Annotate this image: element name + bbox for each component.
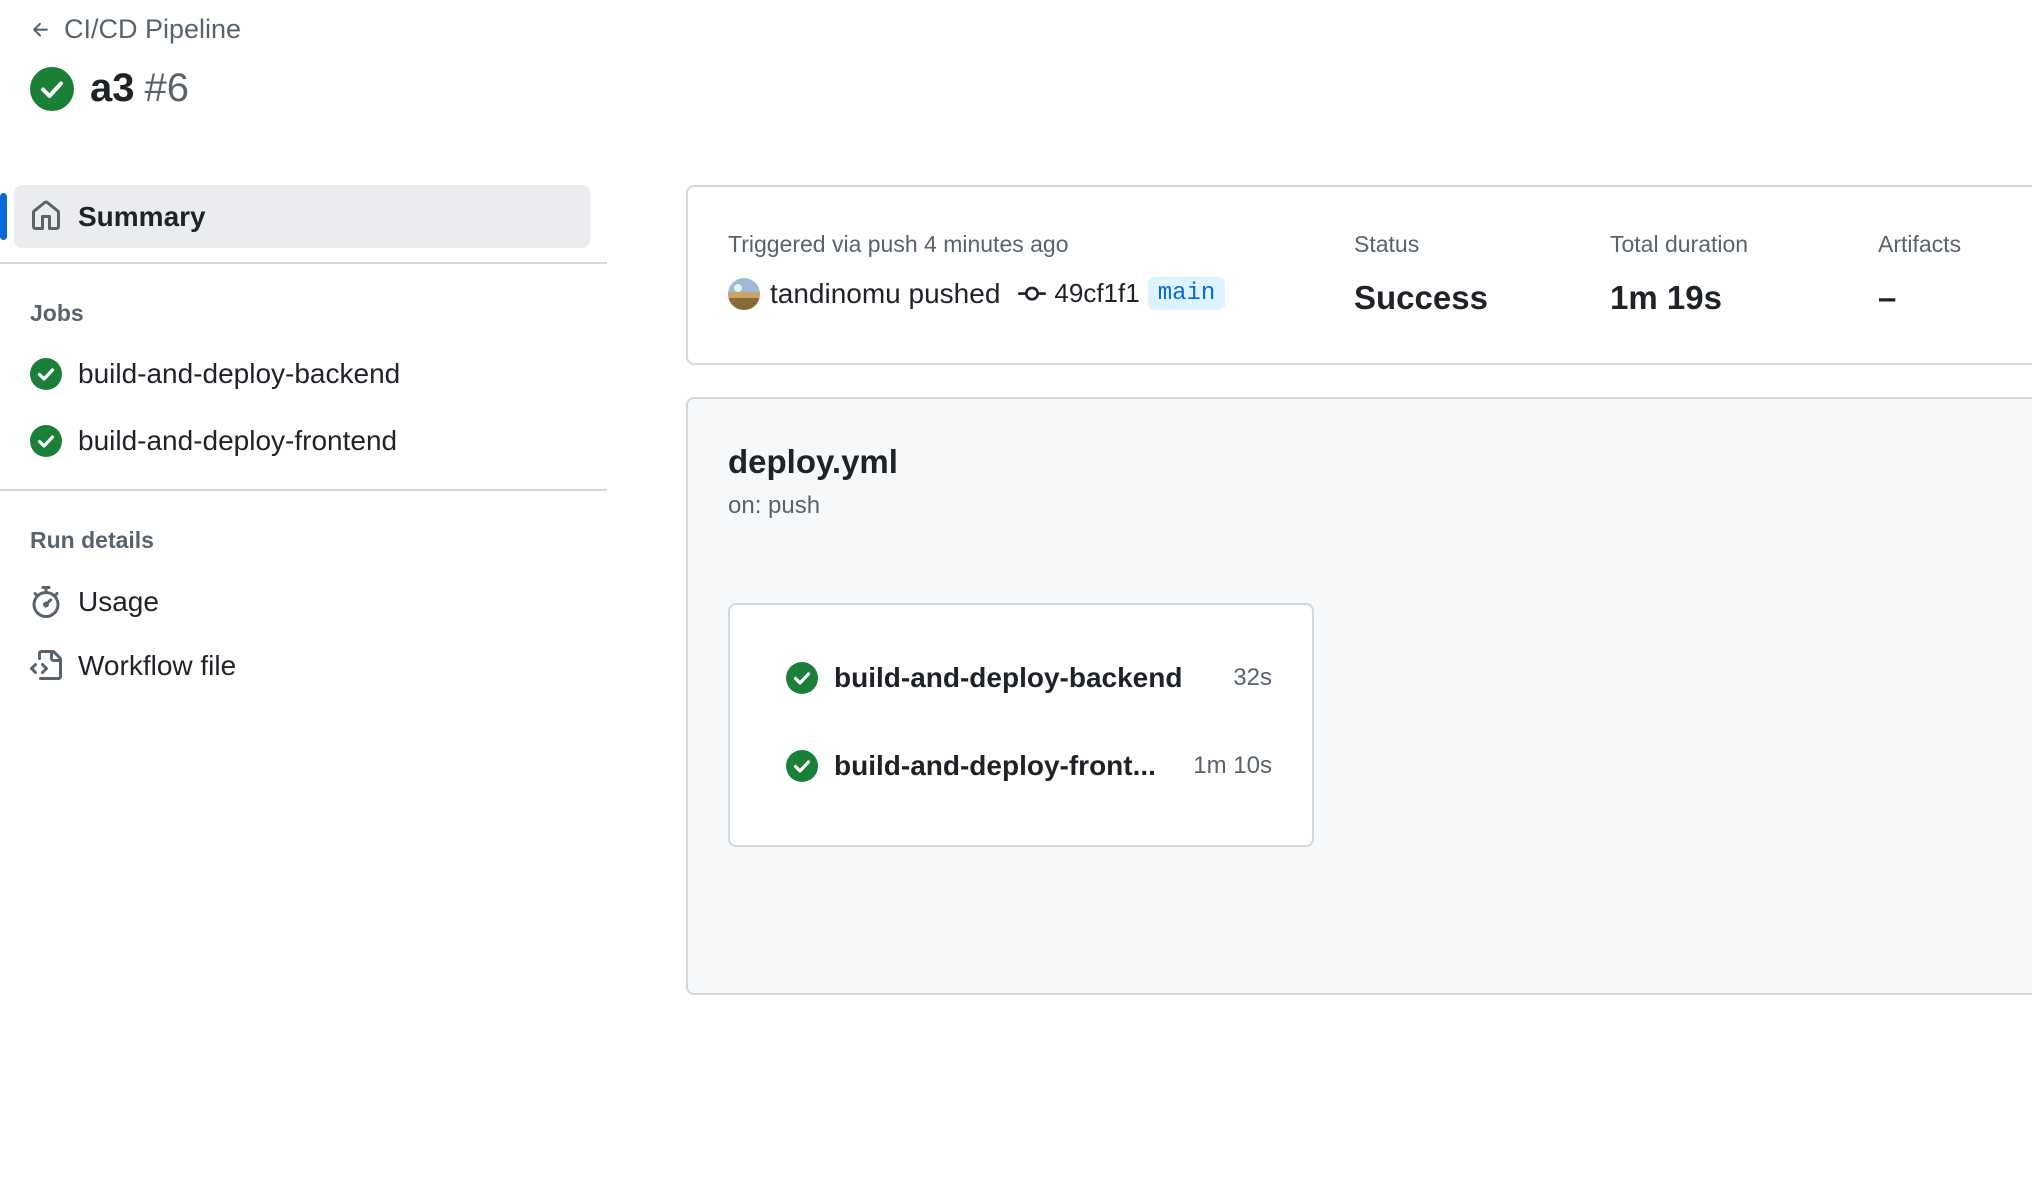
jobs-heading: Jobs bbox=[30, 300, 84, 326]
sidebar-divider bbox=[0, 262, 607, 264]
status-value: Success bbox=[1354, 279, 1488, 316]
sidebar-job-frontend[interactable]: build-and-deploy-frontend bbox=[30, 425, 397, 457]
workflow-graph-panel: deploy.yml on: push build-and-deploy-bac… bbox=[686, 397, 2032, 995]
trigger-text: Triggered via push 4 minutes ago bbox=[728, 231, 1069, 257]
file-code-icon bbox=[30, 650, 62, 680]
avatar[interactable] bbox=[728, 277, 760, 310]
sidebar-divider bbox=[0, 489, 607, 491]
success-check-icon bbox=[30, 66, 74, 111]
arrow-left-icon bbox=[33, 22, 48, 37]
run-summary-panel: Triggered via push 4 minutes ago tandino… bbox=[686, 185, 2032, 365]
sidebar-item-label: Summary bbox=[78, 200, 206, 232]
job-name: build-and-deploy-backend bbox=[834, 662, 1183, 693]
trigger-row: tandinomu pushed 49cf1f1 main bbox=[728, 277, 1226, 310]
success-check-icon bbox=[30, 425, 62, 457]
branch-badge[interactable]: main bbox=[1147, 277, 1226, 310]
active-nav-indicator bbox=[0, 193, 7, 240]
graph-job-backend[interactable]: build-and-deploy-backend 32s bbox=[786, 662, 1272, 694]
success-check-icon bbox=[786, 750, 818, 782]
sidebar-item-label: Usage bbox=[78, 586, 159, 617]
duration-label: Total duration bbox=[1610, 231, 1749, 257]
sidebar-item-usage[interactable]: Usage bbox=[30, 586, 159, 618]
success-check-icon bbox=[786, 662, 818, 694]
job-duration: 32s bbox=[1233, 664, 1272, 691]
sidebar-item-workflow-file[interactable]: Workflow file bbox=[30, 650, 236, 682]
sidebar-job-label: build-and-deploy-backend bbox=[78, 358, 401, 389]
back-link[interactable]: CI/CD Pipeline bbox=[30, 14, 241, 45]
graph-job-frontend[interactable]: build-and-deploy-front... 1m 10s bbox=[786, 750, 1272, 782]
artifacts-value: – bbox=[1878, 279, 1897, 316]
workflow-file-name: deploy.yml bbox=[728, 443, 898, 480]
job-group-card: build-and-deploy-backend 32s build-and-d… bbox=[728, 603, 1314, 847]
sidebar-item-label: Workflow file bbox=[78, 650, 237, 681]
success-check-icon bbox=[30, 358, 62, 390]
run-name: a3 bbox=[90, 66, 135, 110]
run-details-heading: Run details bbox=[30, 527, 154, 553]
artifacts-label: Artifacts bbox=[1878, 231, 1962, 257]
home-icon bbox=[30, 200, 62, 232]
run-number: #6 bbox=[144, 66, 190, 110]
job-name: build-and-deploy-front... bbox=[834, 750, 1156, 781]
sidebar-item-summary[interactable]: Summary bbox=[14, 185, 590, 248]
status-label: Status bbox=[1354, 231, 1420, 257]
actor-text[interactable]: tandinomu pushed bbox=[770, 278, 1000, 310]
sidebar-job-label: build-and-deploy-frontend bbox=[78, 425, 398, 456]
commit-link[interactable]: 49cf1f1 bbox=[1018, 278, 1140, 309]
workflow-trigger: on: push bbox=[728, 492, 821, 519]
back-link-label: CI/CD Pipeline bbox=[64, 14, 242, 44]
stopwatch-icon bbox=[32, 586, 60, 618]
job-duration: 1m 10s bbox=[1193, 752, 1272, 779]
duration-value: 1m 19s bbox=[1610, 279, 1722, 316]
commit-sha: 49cf1f1 bbox=[1054, 278, 1140, 308]
sidebar-job-backend[interactable]: build-and-deploy-backend bbox=[30, 358, 400, 390]
git-commit-icon bbox=[1018, 286, 1047, 301]
page-title: a3 #6 bbox=[30, 66, 189, 111]
